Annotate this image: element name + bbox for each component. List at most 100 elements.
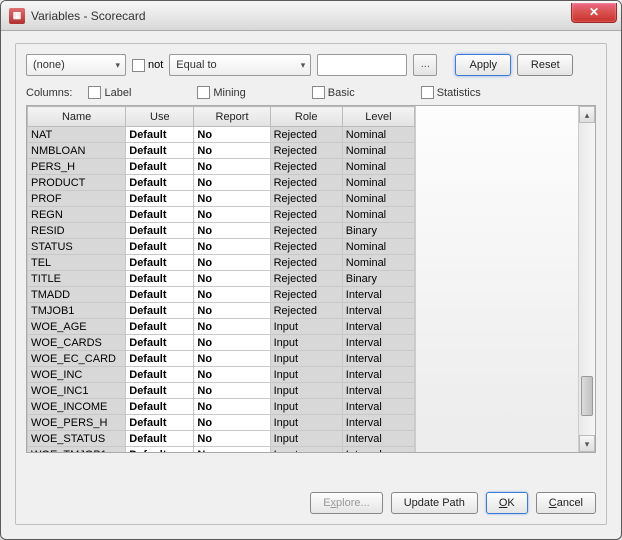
cell-role[interactable]: Input <box>270 415 342 431</box>
cell-use[interactable]: Default <box>126 191 194 207</box>
table-row[interactable]: WOE_PERS_HDefaultNoInputInterval <box>28 415 415 431</box>
cell-role[interactable]: Rejected <box>270 223 342 239</box>
cell-use[interactable]: Default <box>126 207 194 223</box>
cell-name[interactable]: WOE_EC_CARD <box>28 351 126 367</box>
table-row[interactable]: TITLEDefaultNoRejectedBinary <box>28 271 415 287</box>
statistics-checkbox[interactable] <box>421 86 434 99</box>
cell-report[interactable]: No <box>194 367 270 383</box>
cell-level[interactable]: Nominal <box>342 175 414 191</box>
comparator-selector[interactable]: Equal to <box>169 54 311 76</box>
cell-role[interactable]: Rejected <box>270 239 342 255</box>
table-row[interactable]: WOE_AGEDefaultNoInputInterval <box>28 319 415 335</box>
cell-name[interactable]: WOE_INC1 <box>28 383 126 399</box>
cell-use[interactable]: Default <box>126 399 194 415</box>
cell-report[interactable]: No <box>194 287 270 303</box>
table-row[interactable]: TELDefaultNoRejectedNominal <box>28 255 415 271</box>
cell-use[interactable]: Default <box>126 255 194 271</box>
scroll-up-icon[interactable]: ▴ <box>579 106 595 123</box>
cell-use[interactable]: Default <box>126 271 194 287</box>
cell-name[interactable]: TMJOB1 <box>28 303 126 319</box>
cell-role[interactable]: Rejected <box>270 207 342 223</box>
close-button[interactable]: ✕ <box>571 3 617 23</box>
table-row[interactable]: RESIDDefaultNoRejectedBinary <box>28 223 415 239</box>
cell-use[interactable]: Default <box>126 367 194 383</box>
mining-checkbox[interactable] <box>197 86 210 99</box>
cell-level[interactable]: Binary <box>342 223 414 239</box>
table-row[interactable]: NATDefaultNoRejectedNominal <box>28 127 415 143</box>
cell-role[interactable]: Rejected <box>270 271 342 287</box>
explore-button[interactable]: Explore... <box>310 492 382 514</box>
cell-level[interactable]: Nominal <box>342 191 414 207</box>
cell-report[interactable]: No <box>194 335 270 351</box>
cell-level[interactable]: Interval <box>342 335 414 351</box>
cell-name[interactable]: PERS_H <box>28 159 126 175</box>
cell-level[interactable]: Interval <box>342 287 414 303</box>
cell-report[interactable]: No <box>194 447 270 453</box>
browse-button[interactable]: ... <box>413 54 437 76</box>
table-row[interactable]: PERS_HDefaultNoRejectedNominal <box>28 159 415 175</box>
ok-button[interactable]: OK <box>486 492 528 514</box>
table-row[interactable]: WOE_INCDefaultNoInputInterval <box>28 367 415 383</box>
cell-report[interactable]: No <box>194 271 270 287</box>
cell-use[interactable]: Default <box>126 431 194 447</box>
cell-report[interactable]: No <box>194 159 270 175</box>
cell-level[interactable]: Interval <box>342 415 414 431</box>
cell-name[interactable]: WOE_INC <box>28 367 126 383</box>
cell-report[interactable]: No <box>194 191 270 207</box>
cell-role[interactable]: Rejected <box>270 159 342 175</box>
cell-role[interactable]: Rejected <box>270 175 342 191</box>
cell-role[interactable]: Rejected <box>270 287 342 303</box>
cell-name[interactable]: TEL <box>28 255 126 271</box>
cell-name[interactable]: PROF <box>28 191 126 207</box>
cell-use[interactable]: Default <box>126 303 194 319</box>
table-row[interactable]: PRODUCTDefaultNoRejectedNominal <box>28 175 415 191</box>
table-row[interactable]: WOE_TMJOB1DefaultNoInputInterval <box>28 447 415 453</box>
cell-level[interactable]: Interval <box>342 431 414 447</box>
cell-level[interactable]: Nominal <box>342 207 414 223</box>
cell-report[interactable]: No <box>194 143 270 159</box>
cell-use[interactable]: Default <box>126 159 194 175</box>
cell-name[interactable]: TITLE <box>28 271 126 287</box>
filter-value-input[interactable] <box>317 54 407 76</box>
cell-report[interactable]: No <box>194 223 270 239</box>
table-row[interactable]: WOE_INCOMEDefaultNoInputInterval <box>28 399 415 415</box>
cell-level[interactable]: Binary <box>342 271 414 287</box>
cell-level[interactable]: Interval <box>342 399 414 415</box>
titlebar[interactable]: ▦ Variables - Scorecard ✕ <box>1 1 621 31</box>
cell-report[interactable]: No <box>194 255 270 271</box>
vertical-scrollbar[interactable]: ▴ ▾ <box>578 106 595 452</box>
cell-role[interactable]: Input <box>270 319 342 335</box>
table-row[interactable]: TMJOB1DefaultNoRejectedInterval <box>28 303 415 319</box>
not-checkbox-label[interactable]: not <box>132 59 163 72</box>
not-checkbox[interactable] <box>132 59 145 72</box>
cell-name[interactable]: STATUS <box>28 239 126 255</box>
table-row[interactable]: PROFDefaultNoRejectedNominal <box>28 191 415 207</box>
cell-report[interactable]: No <box>194 399 270 415</box>
cell-level[interactable]: Nominal <box>342 239 414 255</box>
cell-name[interactable]: WOE_INCOME <box>28 399 126 415</box>
col-header-use[interactable]: Use <box>126 107 194 127</box>
cell-level[interactable]: Nominal <box>342 127 414 143</box>
cell-role[interactable]: Input <box>270 383 342 399</box>
table-row[interactable]: WOE_EC_CARDDefaultNoInputInterval <box>28 351 415 367</box>
cell-use[interactable]: Default <box>126 223 194 239</box>
cell-report[interactable]: No <box>194 415 270 431</box>
cell-name[interactable]: WOE_AGE <box>28 319 126 335</box>
scroll-thumb[interactable] <box>581 376 593 416</box>
cell-name[interactable]: NMBLOAN <box>28 143 126 159</box>
cell-use[interactable]: Default <box>126 319 194 335</box>
cell-role[interactable]: Rejected <box>270 255 342 271</box>
cell-report[interactable]: No <box>194 127 270 143</box>
cell-report[interactable]: No <box>194 239 270 255</box>
cell-name[interactable]: WOE_TMJOB1 <box>28 447 126 453</box>
col-header-level[interactable]: Level <box>342 107 414 127</box>
cell-name[interactable]: PRODUCT <box>28 175 126 191</box>
cell-level[interactable]: Nominal <box>342 159 414 175</box>
table-row[interactable]: STATUSDefaultNoRejectedNominal <box>28 239 415 255</box>
cell-report[interactable]: No <box>194 303 270 319</box>
variable-selector[interactable]: (none) <box>26 54 126 76</box>
table-row[interactable]: TMADDDefaultNoRejectedInterval <box>28 287 415 303</box>
cell-name[interactable]: WOE_STATUS <box>28 431 126 447</box>
cell-role[interactable]: Input <box>270 399 342 415</box>
cell-role[interactable]: Input <box>270 431 342 447</box>
